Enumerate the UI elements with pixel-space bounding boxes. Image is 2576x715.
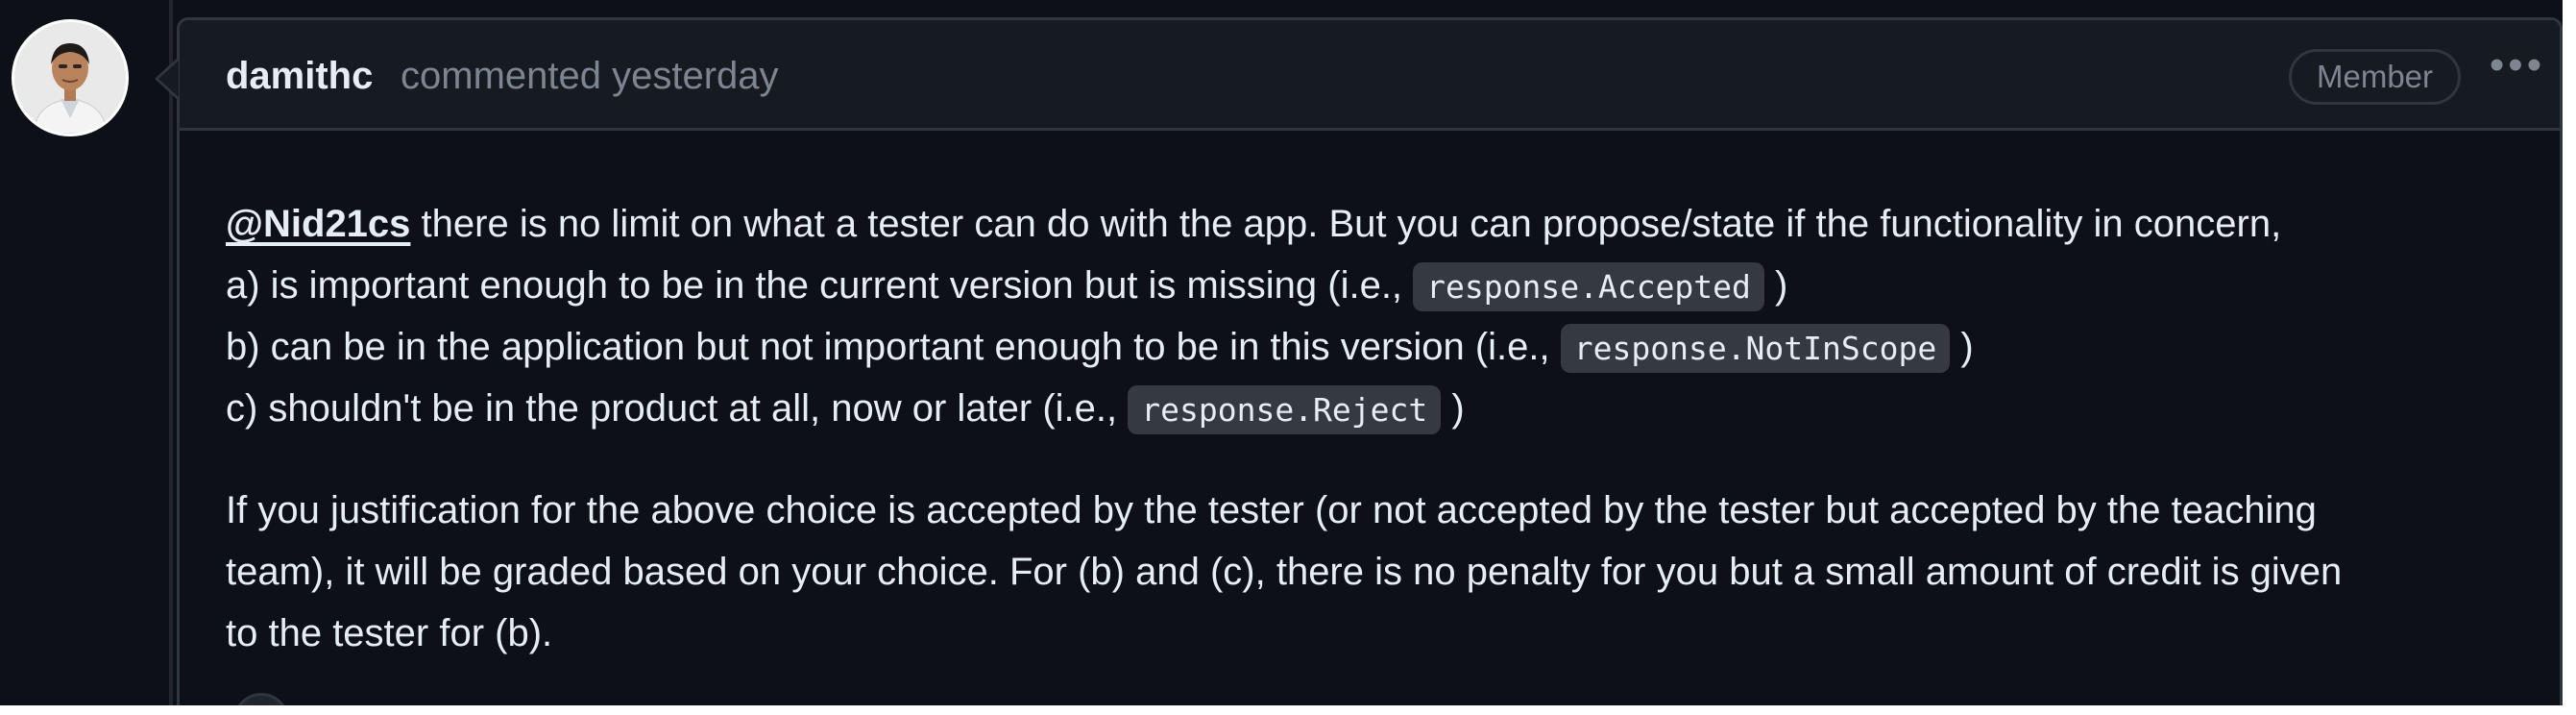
author-role-badge: Member xyxy=(2289,49,2462,105)
paragraph-line: to the tester for (b). xyxy=(226,612,553,654)
issue-timeline: damithc commented yesterday Member ••• @… xyxy=(0,0,2576,715)
paragraph-line: team), it will be graded based on your c… xyxy=(226,551,2343,593)
inline-code-notinscope: response.NotInScope xyxy=(1560,324,1951,373)
comment-paragraph-grading: If you justification for the above choic… xyxy=(226,480,2531,664)
inline-code-accepted: response.Accepted xyxy=(1413,262,1764,311)
comment-box: damithc commented yesterday Member ••• @… xyxy=(177,17,2563,715)
paragraph-line: If you justification for the above choic… xyxy=(226,489,2317,531)
comment-header: damithc commented yesterday Member ••• xyxy=(180,20,2560,131)
inline-code-reject: response.Reject xyxy=(1128,385,1442,434)
option-suffix: ) xyxy=(1441,387,1465,430)
comment-pointer xyxy=(158,61,179,97)
comment-line-intro: @Nid21cs there is no limit on what a tes… xyxy=(226,193,2531,255)
avatar[interactable] xyxy=(12,19,129,136)
avatar-image xyxy=(14,22,126,134)
option-text: c) shouldn't be in the product at all, n… xyxy=(226,387,1129,430)
page-edge-right xyxy=(2563,0,2576,715)
comment-author[interactable]: damithc xyxy=(226,55,373,98)
option-suffix: ) xyxy=(1950,326,1974,368)
more-options-icon[interactable]: ••• xyxy=(2489,44,2546,86)
comment-body: @Nid21cs there is no limit on what a tes… xyxy=(226,193,2531,664)
list-item: a) is important enough to be in the curr… xyxy=(226,255,2531,316)
timeline-connector xyxy=(169,0,173,715)
option-text: b) can be in the application but not imp… xyxy=(226,326,1561,368)
list-item: c) shouldn't be in the product at all, n… xyxy=(226,378,2531,439)
intro-text: there is no limit on what a tester can d… xyxy=(410,203,2282,245)
comment-timestamp[interactable]: commented yesterday xyxy=(401,55,779,98)
option-text: a) is important enough to be in the curr… xyxy=(226,264,1414,307)
user-mention-link[interactable]: @Nid21cs xyxy=(226,203,410,245)
list-item: b) can be in the application but not imp… xyxy=(226,316,2531,378)
option-suffix: ) xyxy=(1763,264,1788,307)
page-edge-bottom xyxy=(0,705,2576,715)
